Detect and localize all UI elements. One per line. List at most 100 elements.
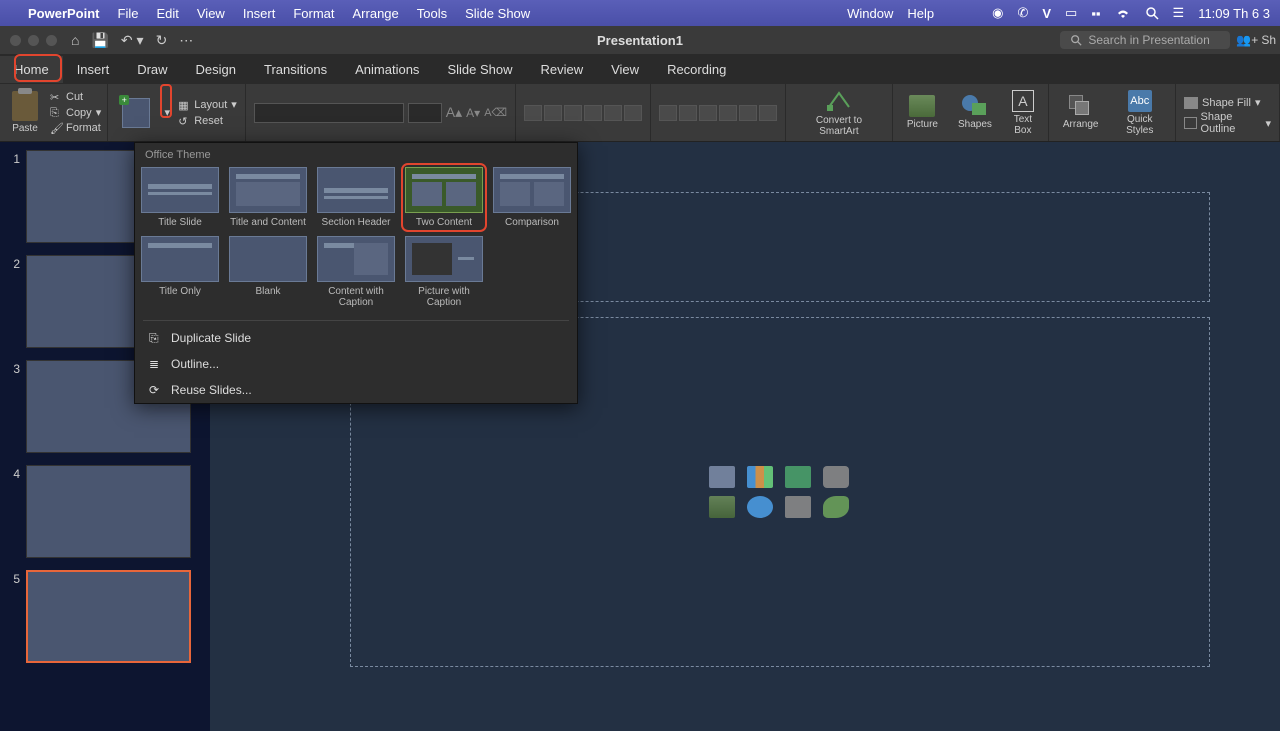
insert-icon-icon[interactable] [823, 496, 849, 518]
tab-recording[interactable]: Recording [653, 56, 740, 83]
tab-view[interactable]: View [597, 56, 653, 83]
tab-animations[interactable]: Animations [341, 56, 433, 83]
wifi-icon[interactable] [1115, 7, 1131, 19]
layout-picture-with-caption[interactable]: Picture with Caption [405, 236, 483, 308]
textdir-button[interactable] [624, 105, 642, 121]
search-icon[interactable] [1145, 6, 1159, 20]
gallery-header: Office Theme [135, 143, 577, 167]
menu-file[interactable]: File [118, 6, 139, 21]
qat-customize-icon[interactable]: ⋯ [179, 32, 193, 49]
format-painter-button[interactable]: 🖌Format [50, 121, 101, 135]
shape-fill-button[interactable]: Shape Fill ▾ [1184, 95, 1260, 110]
convert-smartart-button[interactable]: Convert to SmartArt [794, 87, 884, 139]
menu-edit[interactable]: Edit [156, 6, 178, 21]
outline-menuitem[interactable]: ≣Outline... [135, 351, 577, 377]
tab-home[interactable]: Home [0, 56, 63, 83]
layout-comparison[interactable]: Comparison [493, 167, 571, 228]
insert-online-picture-icon[interactable] [747, 496, 773, 518]
layout-content-with-caption[interactable]: Content with Caption [317, 236, 395, 308]
quick-styles-button[interactable]: AbcQuick Styles [1112, 88, 1167, 138]
clock[interactable]: 11:09 Th 6 3 [1198, 6, 1270, 21]
paste-button[interactable]: Paste [6, 89, 44, 136]
font-size-box[interactable] [408, 103, 442, 123]
menu-tools[interactable]: Tools [417, 6, 447, 21]
slide-thumbnail[interactable] [26, 570, 191, 663]
status-icon-v[interactable]: V [1042, 6, 1051, 21]
mac-menubar: PowerPoint File Edit View Insert Format … [0, 0, 1280, 26]
align-right-button[interactable] [699, 105, 717, 121]
layout-button[interactable]: ▦Layout ▾ [178, 97, 237, 112]
slide-thumbnail[interactable] [26, 465, 191, 558]
linespacing-button[interactable] [604, 105, 622, 121]
reuse-slides-menuitem[interactable]: ⟳Reuse Slides... [135, 377, 577, 403]
insert-3d-icon[interactable] [823, 466, 849, 488]
redo-icon[interactable]: ↻ [156, 32, 168, 49]
justify-button[interactable] [719, 105, 737, 121]
align-left-button[interactable] [659, 105, 677, 121]
numbering-button[interactable] [544, 105, 562, 121]
share-button[interactable]: 👥+ Sh [1236, 33, 1280, 47]
font-family-box[interactable] [254, 103, 404, 123]
tab-transitions[interactable]: Transitions [250, 56, 341, 83]
tab-draw[interactable]: Draw [123, 56, 181, 83]
insert-smartart-icon[interactable] [785, 466, 811, 488]
insert-picture-icon[interactable] [709, 496, 735, 518]
thumb-number: 4 [6, 465, 20, 481]
ribbon-tabs: Home Insert Draw Design Transitions Anim… [0, 54, 1280, 84]
menu-view[interactable]: View [197, 6, 225, 21]
insert-table-icon[interactable] [709, 466, 735, 488]
font-increase-button[interactable]: A▴ [446, 104, 462, 121]
align-center-button[interactable] [679, 105, 697, 121]
font-decrease-button[interactable]: A▾ [466, 106, 480, 120]
app-name[interactable]: PowerPoint [28, 6, 100, 21]
reset-button[interactable]: ↺Reset [178, 114, 237, 128]
menu-help[interactable]: Help [907, 6, 934, 21]
layout-section-header[interactable]: Section Header [317, 167, 395, 228]
layout-title-and-content[interactable]: Title and Content [229, 167, 307, 228]
layout-title-slide[interactable]: Title Slide [141, 167, 219, 228]
ribbon: Paste ✂Cut ⎘Copy ▾ 🖌Format + ▾ ▦Layout ▾… [0, 84, 1280, 142]
insert-chart-icon[interactable] [747, 466, 773, 488]
tab-design[interactable]: Design [182, 56, 250, 83]
duplicate-slide-menuitem[interactable]: ⎘Duplicate Slide [135, 325, 577, 351]
shapes-button[interactable]: Shapes [952, 93, 998, 132]
cut-button[interactable]: ✂Cut [50, 90, 101, 104]
insert-video-icon[interactable] [785, 496, 811, 518]
layout-two-content[interactable]: Two Content [405, 167, 483, 228]
home-icon[interactable]: ⌂ [71, 32, 79, 48]
menu-insert[interactable]: Insert [243, 6, 276, 21]
copy-button[interactable]: ⎘Copy ▾ [50, 105, 101, 120]
textbox-button[interactable]: AText Box [1006, 88, 1040, 138]
status-icon-1[interactable]: ◉ [992, 5, 1003, 21]
menu-arrange[interactable]: Arrange [353, 6, 399, 21]
layout-title-only[interactable]: Title Only [141, 236, 219, 308]
minimize-window-button[interactable] [28, 35, 39, 46]
columns-button[interactable] [739, 105, 757, 121]
arrange-button[interactable]: Arrange [1057, 93, 1105, 132]
close-window-button[interactable] [10, 35, 21, 46]
undo-icon[interactable]: ↶ ▾ [121, 32, 144, 49]
bullets-button[interactable] [524, 105, 542, 121]
status-icon-2[interactable]: ✆ [1017, 5, 1028, 21]
align-text-button[interactable] [759, 105, 777, 121]
tab-insert[interactable]: Insert [63, 56, 124, 83]
tab-slideshow[interactable]: Slide Show [433, 56, 526, 83]
clear-formatting-button[interactable]: A⌫ [484, 106, 507, 119]
new-slide-button[interactable]: + [116, 96, 156, 130]
layout-blank[interactable]: Blank [229, 236, 307, 308]
control-center-icon[interactable]: ☰ [1173, 5, 1185, 21]
search-box[interactable]: Search in Presentation [1060, 31, 1230, 49]
maximize-window-button[interactable] [46, 35, 57, 46]
tab-review[interactable]: Review [526, 56, 597, 83]
indent-right-button[interactable] [584, 105, 602, 121]
battery-icon[interactable]: ▪▪ [1091, 6, 1100, 21]
menu-slideshow[interactable]: Slide Show [465, 6, 530, 21]
menu-format[interactable]: Format [293, 6, 334, 21]
picture-button[interactable]: Picture [901, 93, 944, 132]
new-slide-dropdown[interactable]: ▾ [162, 106, 172, 119]
indent-left-button[interactable] [564, 105, 582, 121]
status-dock-icon[interactable]: ▭ [1065, 5, 1077, 21]
save-icon[interactable]: 💾 [91, 32, 108, 49]
menu-window[interactable]: Window [847, 6, 893, 21]
shape-outline-button[interactable]: Shape Outline ▾ [1184, 110, 1271, 136]
